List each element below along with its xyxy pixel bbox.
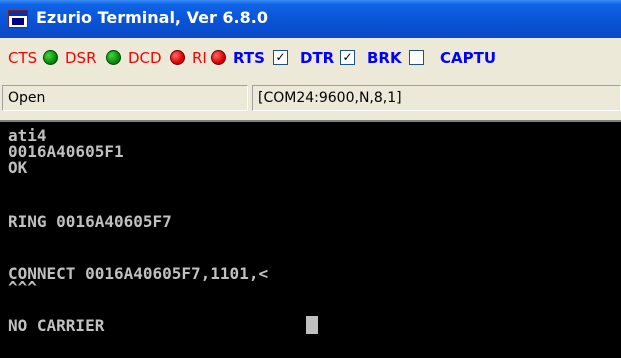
ri-led-icon bbox=[211, 50, 226, 65]
title-bar[interactable]: Ezurio Terminal, Ver 6.8.0 bbox=[0, 0, 621, 38]
dsr-label: DSR bbox=[65, 49, 97, 67]
terminal-window: Ezurio Terminal, Ver 6.8.0 CTS DSR DCD R… bbox=[0, 0, 621, 358]
terminal-line: NO CARRIER bbox=[8, 316, 105, 335]
dtr-label[interactable]: DTR bbox=[300, 48, 334, 68]
app-icon-screen bbox=[12, 18, 24, 25]
terminal-output[interactable]: ati4 0016A40605F1 OK RING 0016A40605F7 C… bbox=[0, 120, 621, 358]
ri-label: RI bbox=[192, 49, 207, 67]
rts-label[interactable]: RTS bbox=[233, 48, 265, 68]
port-state-field: Open bbox=[2, 85, 248, 111]
terminal-line: RING 0016A40605F7 bbox=[8, 212, 172, 231]
window-title: Ezurio Terminal, Ver 6.8.0 bbox=[36, 8, 268, 27]
cts-label: CTS bbox=[8, 49, 38, 67]
capture-label[interactable]: CAPTU bbox=[440, 48, 496, 68]
terminal-app-icon[interactable] bbox=[8, 10, 28, 28]
rts-checkbox[interactable]: ✓ bbox=[273, 50, 288, 65]
dcd-label: DCD bbox=[128, 49, 162, 67]
terminal-line: OK bbox=[8, 158, 28, 177]
status-bar: Open [COM24:9600,N,8,1] bbox=[0, 80, 621, 116]
dtr-checkbox[interactable]: ✓ bbox=[340, 50, 355, 65]
app-icon-bar bbox=[9, 11, 27, 16]
terminal-line: ^^^ bbox=[8, 278, 37, 297]
cts-led-icon bbox=[43, 50, 58, 65]
terminal-line: CONNECT 0016A40605F7,1101,< bbox=[8, 264, 269, 283]
text-cursor bbox=[306, 316, 318, 334]
brk-label[interactable]: BRK bbox=[367, 48, 402, 68]
dcd-led-icon bbox=[170, 50, 185, 65]
dsr-led-icon bbox=[106, 50, 121, 65]
port-settings-field: [COM24:9600,N,8,1] bbox=[252, 85, 621, 111]
signal-toolbar: CTS DSR DCD RI RTS ✓ DTR ✓ BRK CAPTU bbox=[0, 38, 621, 80]
brk-checkbox[interactable] bbox=[409, 50, 424, 65]
